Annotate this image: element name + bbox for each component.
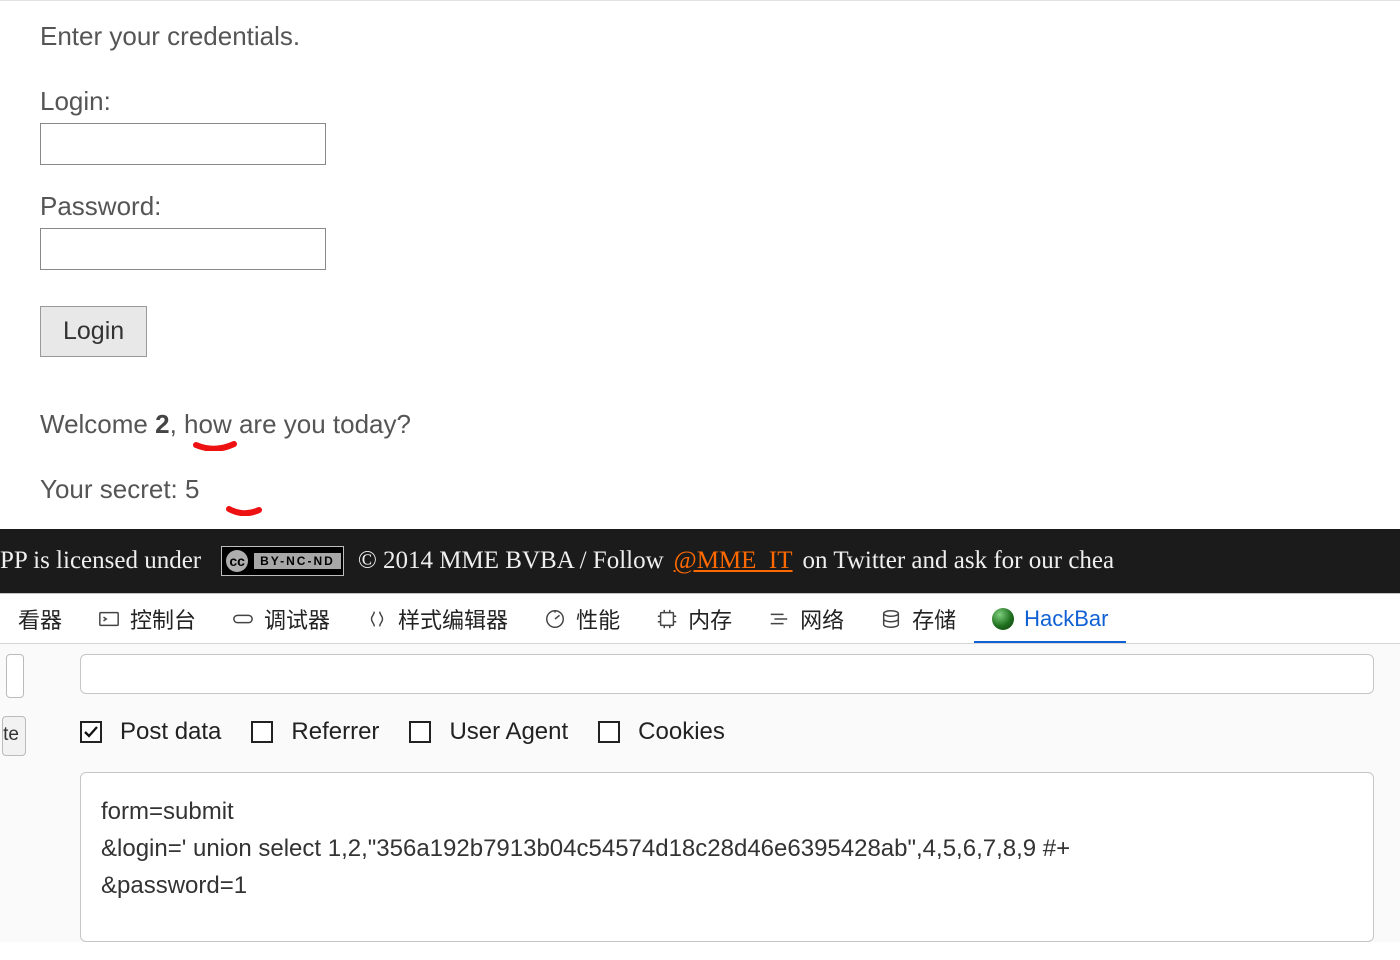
referrer-label: Referrer bbox=[291, 718, 379, 746]
footer-text-post: on Twitter and ask for our chea bbox=[803, 547, 1115, 575]
side-button-te[interactable]: te bbox=[2, 716, 26, 756]
debugger-icon bbox=[232, 608, 254, 630]
console-icon bbox=[98, 608, 120, 630]
hackbar-body: Post data Referrer User Agent Cookies fo… bbox=[30, 644, 1400, 942]
tab-hackbar-label: HackBar bbox=[1024, 606, 1108, 632]
hackbar-options-row: Post data Referrer User Agent Cookies bbox=[80, 718, 1400, 746]
welcome-prefix: Welcome bbox=[40, 409, 155, 439]
tab-inspector[interactable]: 看器 bbox=[0, 594, 80, 644]
tab-performance[interactable]: 性能 bbox=[526, 594, 638, 644]
tab-storage[interactable]: 存储 bbox=[862, 594, 974, 644]
login-input[interactable] bbox=[40, 123, 326, 165]
credentials-prompt: Enter your credentials. bbox=[40, 21, 1360, 52]
secret-prefix: Your secret: bbox=[40, 474, 185, 504]
cc-license-text: BY-NC-ND bbox=[254, 553, 341, 569]
performance-icon bbox=[544, 608, 566, 630]
login-label: Login: bbox=[40, 86, 1360, 117]
secret-message: Your secret: 5 bbox=[40, 474, 1360, 505]
referrer-checkbox[interactable] bbox=[251, 721, 273, 743]
tab-network[interactable]: 网络 bbox=[750, 594, 862, 644]
tab-style-editor-label: 样式编辑器 bbox=[398, 603, 508, 635]
tab-memory[interactable]: 内存 bbox=[638, 594, 750, 644]
password-field-group: Password: bbox=[40, 191, 1360, 270]
annotation-underline-icon bbox=[193, 441, 237, 451]
cookies-label: Cookies bbox=[638, 718, 725, 746]
devtools-tabbar: 看器 控制台 调试器 样式编辑器 性能 内存 网络 存储 bbox=[0, 594, 1400, 644]
footer-twitter-link[interactable]: @MME_IT bbox=[674, 547, 793, 575]
password-input[interactable] bbox=[40, 228, 326, 270]
style-editor-icon bbox=[366, 608, 388, 630]
tab-network-label: 网络 bbox=[800, 603, 844, 635]
hackbar-icon bbox=[992, 608, 1014, 630]
url-bar[interactable] bbox=[80, 654, 1374, 694]
secret-value: 5 bbox=[185, 474, 199, 504]
welcome-message: Welcome 2, how are you today? bbox=[40, 409, 1360, 440]
cc-symbol: cc bbox=[226, 550, 248, 572]
welcome-value: 2 bbox=[155, 409, 169, 439]
network-icon bbox=[768, 608, 790, 630]
useragent-label: User Agent bbox=[449, 718, 568, 746]
postdata-textarea[interactable]: form=submit &login=' union select 1,2,"3… bbox=[80, 772, 1374, 942]
tab-style-editor[interactable]: 样式编辑器 bbox=[348, 594, 526, 644]
password-label: Password: bbox=[40, 191, 1360, 222]
welcome-suffix: , how are you today? bbox=[170, 409, 411, 439]
memory-icon bbox=[656, 608, 678, 630]
login-field-group: Login: bbox=[40, 86, 1360, 165]
tab-performance-label: 性能 bbox=[576, 603, 620, 635]
postdata-checkbox[interactable] bbox=[80, 721, 102, 743]
tab-debugger[interactable]: 调试器 bbox=[214, 594, 348, 644]
payload-line-0: form=submit bbox=[101, 793, 1353, 830]
cc-license-badge-icon: cc BY-NC-ND bbox=[221, 546, 344, 576]
storage-icon bbox=[880, 608, 902, 630]
footer-text-license: PP is licensed under bbox=[0, 547, 201, 575]
tab-inspector-label: 看器 bbox=[18, 603, 62, 635]
tab-storage-label: 存储 bbox=[912, 603, 956, 635]
footer-bar: PP is licensed under cc BY-NC-ND © 2014 … bbox=[0, 529, 1400, 593]
tab-console[interactable]: 控制台 bbox=[80, 594, 214, 644]
useragent-checkbox[interactable] bbox=[409, 721, 431, 743]
tab-debugger-label: 调试器 bbox=[264, 603, 330, 635]
tab-memory-label: 内存 bbox=[688, 603, 732, 635]
tab-console-label: 控制台 bbox=[130, 603, 196, 635]
devtools-panel: 看器 控制台 调试器 样式编辑器 性能 内存 网络 存储 bbox=[0, 593, 1400, 942]
login-button[interactable]: Login bbox=[40, 306, 147, 357]
postdata-label: Post data bbox=[120, 718, 221, 746]
footer-text-mid: © 2014 MME BVBA / Follow bbox=[358, 547, 664, 575]
payload-line-1: &login=' union select 1,2,"356a192b7913b… bbox=[101, 830, 1353, 867]
cookies-checkbox[interactable] bbox=[598, 721, 620, 743]
annotation-underline-icon bbox=[226, 506, 262, 516]
side-handle[interactable] bbox=[6, 654, 24, 698]
tab-hackbar[interactable]: HackBar bbox=[974, 594, 1126, 644]
payload-line-2: &password=1 bbox=[101, 867, 1353, 904]
devtools-left-column: te bbox=[0, 644, 30, 942]
login-form-area: Enter your credentials. Login: Password:… bbox=[0, 1, 1400, 505]
